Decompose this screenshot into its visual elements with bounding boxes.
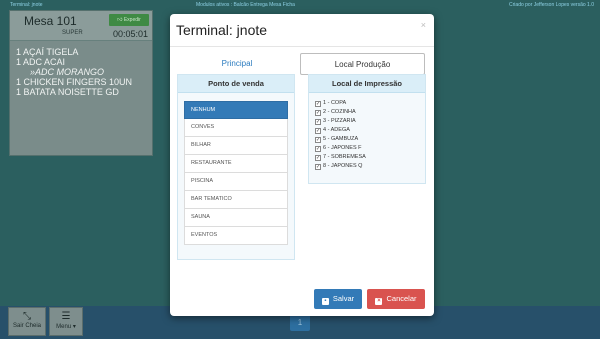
tab-principal[interactable]: Principal [177, 53, 297, 75]
expedir-label: Expedir [123, 17, 141, 23]
checkbox[interactable]: ✓ [315, 127, 321, 134]
expedir-button[interactable]: 👍︎ Expedir [109, 14, 149, 26]
exit-fullscreen-button[interactable]: ⤡ Sair Cheia [8, 307, 46, 336]
order-card-header: Mesa 101 SUPER 👍︎ Expedir 00:05:01 [10, 11, 152, 41]
checkbox[interactable]: ✓ [315, 154, 321, 161]
page-number[interactable]: 1 [290, 314, 310, 331]
ponto-venda-item[interactable]: BILHAR [184, 137, 288, 155]
order-item: 1 BATATA NOISETTE GD [16, 87, 119, 97]
save-button[interactable]: ▪ Salvar [314, 289, 362, 309]
ponto-venda-list: NENHUM CONVES BILHAR RESTAURANTE PISCINA… [184, 101, 288, 245]
checkbox[interactable]: ✓ [315, 136, 321, 143]
local-impressao-list: ✓ 1 - COPA ✓ 2 - COZINHA ✓ 3 - PIZZARIA ✓ 4 … [315, 99, 425, 171]
menu-button[interactable]: ☰ Menu ▾ [49, 307, 83, 336]
checkbox[interactable]: ✓ [315, 109, 321, 116]
checkbox[interactable]: ✓ [315, 145, 321, 152]
credits-label: Criado por Jefferson Lopes versão 1.0 [509, 2, 594, 8]
local-impressao-header: Local de Impressão [309, 75, 425, 93]
active-modules-label: Modulos ativos : Balcão Entrega Mesa Fic… [196, 2, 295, 8]
ponto-venda-item[interactable]: RESTAURANTE [184, 155, 288, 173]
print-location-item[interactable]: ✓ 1 - COPA [315, 99, 425, 108]
order-item: 1 CHICKEN FINGERS 10UN [16, 77, 133, 87]
top-status-bar: Terminal: jnote Modulos ativos : Balcão … [0, 0, 600, 10]
hamburger-icon: ☰ [61, 311, 71, 322]
print-location-label: 5 - GAMBUZA [323, 136, 359, 142]
floppy-disk-icon: ▪ [321, 298, 329, 305]
print-location-label: 2 - COZINHA [323, 109, 356, 115]
terminal-modal: Terminal: jnote × Principal Local Produç… [170, 14, 434, 316]
order-timer: 00:05:01 [112, 29, 148, 39]
tab-local-producao[interactable]: Local Produção [300, 53, 425, 75]
ponto-venda-item[interactable]: CONVES [184, 119, 288, 137]
modal-title: Terminal: jnote [176, 22, 268, 38]
print-location-label: 4 - ADEGA [323, 127, 350, 133]
print-location-label: 1 - COPA [323, 100, 347, 106]
print-location-label: 3 - PIZZARIA [323, 118, 356, 124]
terminal-label: Terminal: jnote [10, 2, 43, 8]
print-location-item[interactable]: ✓ 2 - COZINHA [315, 108, 425, 117]
ponto-venda-panel: Ponto de venda NENHUM CONVES BILHAR REST… [177, 74, 295, 260]
print-location-label: 8 - JAPONES Q [323, 163, 363, 169]
checkbox[interactable]: ✓ [315, 118, 321, 125]
print-location-item[interactable]: ✓ 7 - SOBREMESA [315, 153, 425, 162]
close-icon: × [375, 298, 383, 305]
cancel-button[interactable]: × Cancelar [367, 289, 425, 309]
modal-divider [170, 46, 434, 47]
order-item: 1 AÇAÍ TIGELA [16, 47, 79, 57]
thumbs-up-icon: 👍︎ [117, 17, 123, 23]
order-title: Mesa 101 [24, 14, 77, 28]
checkbox[interactable]: ✓ [315, 100, 321, 107]
cancel-label: Cancelar [386, 294, 417, 303]
order-item: 1 ADC ACAI [16, 57, 66, 67]
print-location-label: 7 - SOBREMESA [323, 154, 366, 160]
ponto-venda-item[interactable]: BAR TEMATICO [184, 191, 288, 209]
caret-down-icon: ▾ [71, 324, 76, 330]
ponto-venda-item[interactable]: NENHUM [184, 101, 288, 119]
ponto-venda-header: Ponto de venda [178, 75, 294, 93]
compress-icon: ⤡ [23, 311, 31, 322]
ponto-venda-item[interactable]: PISCINA [184, 173, 288, 191]
local-impressao-panel: Local de Impressão ✓ 1 - COPA ✓ 2 - COZINH… [308, 74, 426, 184]
print-location-item[interactable]: ✓ 6 - JAPONES F [315, 144, 425, 153]
checkbox[interactable]: ✓ [315, 163, 321, 170]
print-location-item[interactable]: ✓ 3 - PIZZARIA [315, 117, 425, 126]
print-location-item[interactable]: ✓ 4 - ADEGA [315, 126, 425, 135]
print-location-label: 6 - JAPONES F [323, 145, 362, 151]
ponto-venda-item[interactable]: EVENTOS [184, 227, 288, 245]
close-icon[interactable]: × [421, 20, 426, 30]
menu-label: Menu [56, 324, 72, 330]
order-subtitle: SUPER [62, 30, 83, 36]
order-card[interactable]: Mesa 101 SUPER 👍︎ Expedir 00:05:01 1 AÇA… [9, 10, 153, 156]
ponto-venda-item[interactable]: SAUNA [184, 209, 288, 227]
print-location-item[interactable]: ✓ 8 - JAPONES Q [315, 162, 425, 171]
order-items-list: 1 AÇAÍ TIGELA 1 ADC ACAI »ADC MORANGO 1 … [10, 41, 152, 97]
print-location-item[interactable]: ✓ 5 - GAMBUZA [315, 135, 425, 144]
save-label: Salvar [332, 294, 355, 303]
order-item-addon: »ADC MORANGO [30, 67, 105, 77]
exit-fullscreen-label: Sair Cheia [12, 323, 41, 329]
